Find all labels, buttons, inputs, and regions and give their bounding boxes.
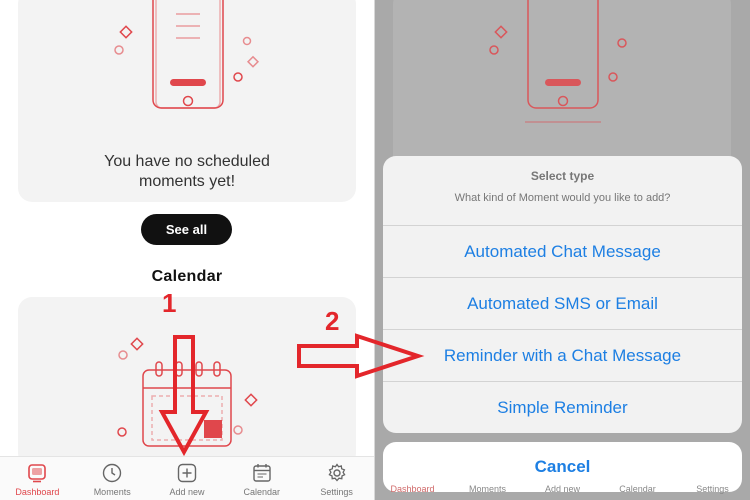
dimmed-tab-calendar: Calendar xyxy=(619,484,656,494)
action-sheet-header: Select type What kind of Moment would yo… xyxy=(383,156,742,226)
screenshot-root: You have no scheduled moments yet! See a… xyxy=(0,0,750,500)
calendar-icon xyxy=(253,464,271,482)
select-type-screen: Select type What kind of Moment would yo… xyxy=(375,0,750,500)
dashboard-screen: You have no scheduled moments yet! See a… xyxy=(0,0,374,500)
plus-square-icon xyxy=(177,463,197,483)
bottom-tab-bar: Dashboard Moments Add new Calendar Setti… xyxy=(0,456,374,500)
empty-state-line1: You have no scheduled xyxy=(104,153,270,170)
dimmed-tab-dashboard: Dashboard xyxy=(390,484,435,494)
gear-icon xyxy=(328,463,346,482)
dimmed-tab-settings: Settings xyxy=(696,484,729,494)
option-automated-sms-or-email[interactable]: Automated SMS or Email xyxy=(383,278,742,330)
empty-state-message: You have no scheduled moments yet! xyxy=(0,152,374,192)
dimmed-tab-bar: Dashboard Moments Add new Calendar Setti… xyxy=(375,484,750,500)
step-2-label: 2 xyxy=(325,306,340,336)
option-automated-chat-message[interactable]: Automated Chat Message xyxy=(383,226,742,278)
tab-moments[interactable]: Moments xyxy=(75,457,150,500)
dashboard-icon xyxy=(28,464,47,483)
calendar-card xyxy=(18,297,356,467)
tab-calendar[interactable]: Calendar xyxy=(224,457,299,500)
action-sheet-title: Select type xyxy=(530,169,595,183)
tab-add-new[interactable]: Add new xyxy=(150,457,225,500)
clock-icon xyxy=(102,463,122,483)
option-simple-reminder[interactable]: Simple Reminder xyxy=(383,382,742,433)
dimmed-tab-moments: Moments xyxy=(468,484,506,494)
tab-dashboard[interactable]: Dashboard xyxy=(0,457,75,500)
tab-settings-label: Settings xyxy=(320,487,353,497)
empty-state-line2: moments yet! xyxy=(138,173,236,190)
see-all-button[interactable]: See all xyxy=(141,214,232,245)
option-reminder-with-chat-message[interactable]: Reminder with a Chat Message xyxy=(383,330,742,382)
action-sheet-subtitle: What kind of Moment would you like to ad… xyxy=(454,192,671,204)
step-1-label: 1 xyxy=(162,288,177,318)
tab-calendar-label: Calendar xyxy=(243,487,281,497)
tab-moments-label: Moments xyxy=(93,487,131,497)
select-type-action-sheet: Select type What kind of Moment would yo… xyxy=(383,156,742,433)
tab-settings[interactable]: Settings xyxy=(299,457,374,500)
dimmed-tab-add-new: Add new xyxy=(544,484,581,494)
tab-dashboard-label: Dashboard xyxy=(15,487,60,497)
calendar-section-title: Calendar xyxy=(151,268,223,285)
tab-add-new-label: Add new xyxy=(169,487,205,497)
